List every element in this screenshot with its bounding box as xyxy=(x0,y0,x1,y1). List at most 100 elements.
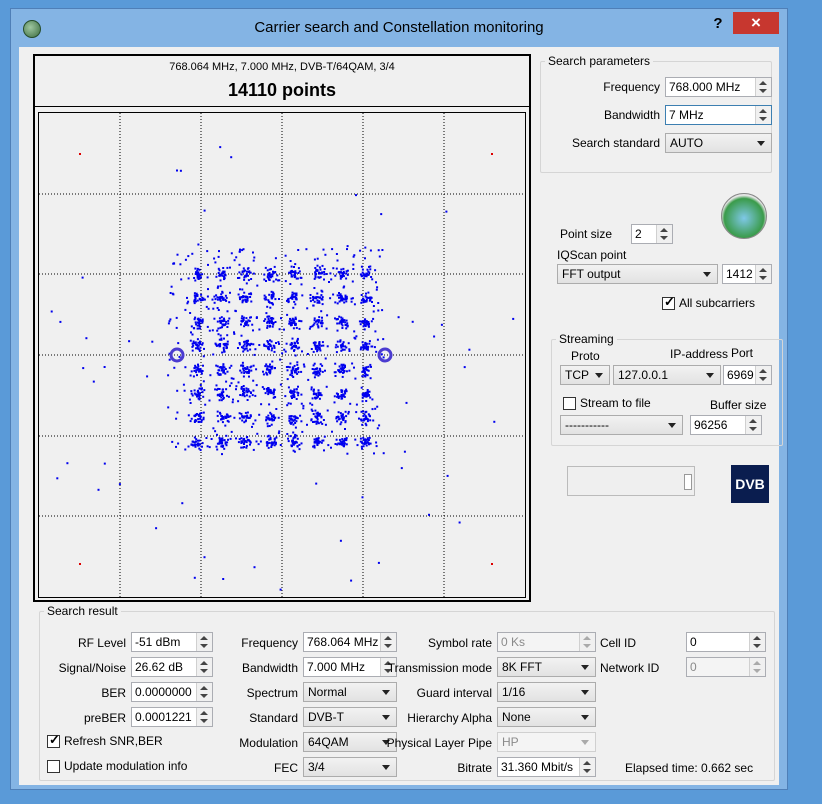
constellation-point xyxy=(294,318,297,321)
constellation-point xyxy=(297,249,300,251)
stream-to-file-checkbox[interactable] xyxy=(563,397,576,410)
constellation-point xyxy=(198,387,201,390)
iqscan-select[interactable]: FFT output xyxy=(557,264,718,284)
spin-arrows-icon[interactable] xyxy=(755,366,771,384)
constellation-point xyxy=(313,438,316,441)
help-button[interactable]: ? xyxy=(709,15,727,35)
constellation-point xyxy=(287,402,290,405)
iqscan-point-spin[interactable]: 1412 xyxy=(722,264,772,284)
constellation-point xyxy=(252,448,255,451)
point-size-spin[interactable]: 2 xyxy=(631,224,673,244)
snr-spin[interactable]: 26.62 dB xyxy=(131,657,213,677)
constellation-point xyxy=(220,366,223,369)
constellation-point xyxy=(321,319,324,322)
constellation-point xyxy=(341,365,344,368)
symbol-rate-spin: 0 Ks xyxy=(497,632,596,652)
spin-arrows-icon[interactable] xyxy=(755,78,771,96)
constellation-point xyxy=(321,303,324,306)
constellation-point xyxy=(300,442,303,445)
update-modulation-checkbox[interactable] xyxy=(47,760,60,773)
proto-select[interactable]: TCP xyxy=(560,365,610,385)
tx-mode-label: Transmission mode xyxy=(387,661,492,675)
hierarchy-alpha-select[interactable]: None xyxy=(497,707,596,727)
constellation-point xyxy=(320,310,323,313)
search-standard-select[interactable]: AUTO xyxy=(665,133,772,153)
constellation-point xyxy=(364,295,367,298)
constellation-point xyxy=(362,297,365,300)
constellation-point xyxy=(242,350,245,353)
constellation-point xyxy=(85,337,88,340)
constellation-point xyxy=(340,318,343,321)
slider-knob-icon[interactable] xyxy=(684,474,692,490)
refresh-snr-ber-checkbox[interactable]: ✓ xyxy=(47,733,60,748)
signal-progress-slider[interactable] xyxy=(567,466,695,496)
constellation-point xyxy=(187,445,190,448)
title-bar[interactable]: Carrier search and Constellation monitor… xyxy=(11,9,787,47)
preber-label: preBER xyxy=(83,711,126,725)
constellation-point xyxy=(269,370,272,373)
constellation-point xyxy=(220,293,223,296)
constellation-point xyxy=(190,390,193,393)
chevron-down-icon xyxy=(581,715,589,720)
constellation-point xyxy=(273,265,276,268)
bitrate-spin[interactable]: 31.360 Mbit/s xyxy=(497,757,596,777)
constellation-plot[interactable] xyxy=(38,112,526,598)
constellation-point xyxy=(189,374,192,377)
constellation-point xyxy=(313,362,316,365)
constellation-point xyxy=(355,403,358,406)
constellation-point xyxy=(199,298,201,301)
constellation-point xyxy=(289,402,292,405)
all-subcarriers-checkbox[interactable]: ✓ xyxy=(662,295,675,310)
constellation-point xyxy=(195,323,198,326)
constellation-point xyxy=(221,271,224,274)
spin-arrows-icon[interactable] xyxy=(755,265,771,283)
rf-level-spin[interactable]: -51 dBm xyxy=(131,632,213,652)
search-frequency-spin[interactable]: 768.000 MHz xyxy=(665,77,772,97)
spin-arrows-icon[interactable] xyxy=(579,758,595,776)
constellation-point xyxy=(336,395,339,398)
constellation-point xyxy=(238,417,241,420)
constellation-point xyxy=(189,402,192,404)
constellation-point xyxy=(362,325,365,328)
constellation-point xyxy=(240,273,243,276)
constellation-point xyxy=(259,440,262,443)
fec-value: 3/4 xyxy=(308,760,325,774)
constellation-point xyxy=(342,345,345,348)
constellation-point xyxy=(243,437,246,440)
ip-select[interactable]: 127.0.0.1 xyxy=(613,365,721,385)
constellation-point xyxy=(230,382,233,385)
constellation-point xyxy=(215,275,218,278)
constellation-point xyxy=(310,388,313,391)
network-id-spin: 0 xyxy=(686,657,766,677)
constellation-point xyxy=(205,305,208,308)
buffer-size-spin[interactable]: 96256 xyxy=(690,415,762,435)
ber-spin[interactable]: 0.0000000 xyxy=(131,682,213,702)
spin-arrows-icon[interactable] xyxy=(749,633,765,651)
preber-spin[interactable]: 0.0001221 xyxy=(131,707,213,727)
stream-file-select[interactable]: ----------- xyxy=(560,415,683,435)
constellation-point xyxy=(355,411,358,414)
buffer-size-label: Buffer size xyxy=(710,398,767,412)
constellation-point xyxy=(254,348,257,351)
constellation-point xyxy=(175,445,177,448)
constellation-point xyxy=(189,312,192,314)
guard-interval-select[interactable]: 1/16 xyxy=(497,682,596,702)
constellation-point xyxy=(203,347,205,350)
cell-id-spin[interactable]: 0 xyxy=(686,632,766,652)
constellation-point xyxy=(375,441,378,444)
constellation-point xyxy=(313,322,316,325)
constellation-point xyxy=(246,391,249,394)
constellation-point xyxy=(309,402,312,405)
spin-arrows-icon[interactable] xyxy=(656,225,672,243)
search-bandwidth-spin[interactable]: 7 MHz xyxy=(665,105,772,125)
pilot-point xyxy=(79,153,81,155)
port-spin[interactable]: 6969 xyxy=(723,365,772,385)
constellation-point xyxy=(232,398,234,401)
point-size-label: Point size xyxy=(560,227,613,241)
close-button[interactable]: × xyxy=(733,12,779,34)
constellation-point xyxy=(267,434,270,437)
tx-mode-select[interactable]: 8K FFT xyxy=(497,657,596,677)
constellation-point xyxy=(345,277,348,280)
spin-arrows-icon[interactable] xyxy=(745,416,761,434)
spin-arrows-icon[interactable] xyxy=(755,106,771,124)
